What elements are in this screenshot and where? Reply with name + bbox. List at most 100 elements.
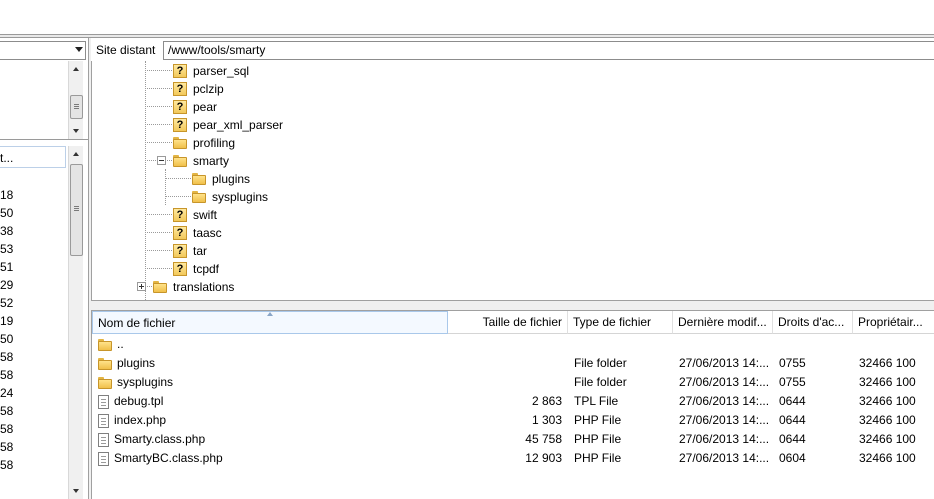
tree-item-pclzip[interactable]: ? pclzip (173, 79, 224, 97)
scrollbar-thumb[interactable] (70, 95, 83, 119)
file-modified: 27/06/2013 14:... (679, 413, 770, 427)
local-list-item[interactable]: 29 (0, 276, 14, 294)
file-name: sysplugins (117, 375, 174, 389)
local-list-item[interactable]: 38 (0, 222, 14, 240)
sort-ascending-icon (267, 312, 273, 316)
tree-item-label: translations (173, 279, 235, 294)
scroll-down-icon[interactable] (73, 129, 79, 133)
file-perms: 0604 (779, 451, 806, 465)
tree-item-parser-sql[interactable]: ? parser_sql (173, 61, 249, 79)
column-header-modified[interactable]: Dernière modif... (673, 311, 773, 334)
tree-item-label: swift (193, 207, 217, 222)
file-icon (98, 394, 109, 409)
file-icon (98, 432, 109, 447)
remote-tree-view[interactable]: ? parser_sql? pclzip? pear? pear_xml_parser p… (91, 61, 934, 300)
tree-item-label: tar (193, 243, 208, 258)
column-header-owner[interactable]: Propriétair... (853, 311, 934, 334)
file-size: 2 863 (531, 394, 562, 408)
folder-icon (192, 172, 206, 186)
local-list-item[interactable]: 58 (0, 438, 14, 456)
local-list-item[interactable]: 50 (0, 330, 14, 348)
file-perms: 0755 (779, 356, 806, 370)
tree-item-plugins[interactable]: plugins (192, 169, 250, 187)
file-owner: 32466 100 (859, 356, 916, 370)
tree-item-translations[interactable]: translations (153, 277, 234, 295)
file-perms: 0644 (779, 432, 806, 446)
file-perms: 0644 (779, 413, 806, 427)
folder-icon (192, 190, 206, 204)
local-column-header[interactable]: t... (0, 146, 66, 168)
scroll-up-icon[interactable] (73, 152, 79, 156)
tree-item-label: plugins (212, 171, 251, 186)
local-list-item[interactable]: 51 (0, 258, 14, 276)
unknown-folder-icon: ? (173, 99, 187, 114)
tree-list-splitter[interactable] (91, 300, 934, 311)
local-list-item[interactable]: 58 (0, 348, 14, 366)
file-size: 45 758 (525, 432, 562, 446)
tree-item-label: taasc (193, 225, 222, 240)
toolbar-separator (0, 34, 934, 38)
tree-item-taasc[interactable]: ? taasc (173, 223, 222, 241)
file-modified: 27/06/2013 14:... (679, 394, 770, 408)
unknown-folder-icon: ? (173, 63, 187, 78)
file-row[interactable]: debug.tpl 2 863 TPL File 27/06/2013 14:... 0… (92, 392, 934, 411)
local-file-list[interactable]: 18 50 38 53 51 29 52 19 50 58 58 24 58 58 58 58 (0, 186, 14, 474)
file-row[interactable]: index.php 1 303 PHP File 27/06/2013 14:... 0… (92, 411, 934, 430)
column-header-permissions[interactable]: Droits d'ac... (773, 311, 853, 334)
file-row[interactable]: Smarty.class.php 45 758 PHP File 27/06/2013… (92, 430, 934, 449)
scroll-up-icon[interactable] (73, 67, 79, 71)
local-list-item[interactable]: 58 (0, 420, 14, 438)
local-list-item[interactable]: 24 (0, 384, 14, 402)
collapse-icon[interactable] (157, 156, 166, 165)
tree-item-sysplugins[interactable]: sysplugins (192, 187, 268, 205)
tree-item-profiling[interactable]: profiling (173, 133, 235, 151)
tree-item-label: pear (193, 99, 218, 114)
file-modified: 27/06/2013 14:... (679, 375, 770, 389)
column-header-name[interactable]: Nom de fichier (92, 311, 448, 334)
file-name: SmartyBC.class.php (114, 451, 223, 465)
local-list-item[interactable]: 53 (0, 240, 14, 258)
file-type: PHP File (574, 432, 622, 446)
folder-icon (173, 154, 187, 168)
folder-icon (98, 338, 112, 352)
file-type: PHP File (574, 451, 622, 465)
local-list-item[interactable]: 52 (0, 294, 14, 312)
file-row[interactable]: plugins File folder 27/06/2013 14:... 0755 3… (92, 354, 934, 373)
column-header-size[interactable]: Taille de fichier (448, 311, 568, 334)
local-list-item[interactable]: 58 (0, 402, 14, 420)
local-list-item[interactable]: 19 (0, 312, 14, 330)
tree-item-tcpdf[interactable]: ? tcpdf (173, 259, 219, 277)
file-owner: 32466 100 (859, 375, 916, 389)
unknown-folder-icon: ? (173, 261, 187, 276)
scrollbar-thumb[interactable] (70, 164, 83, 256)
local-list-item[interactable]: 58 (0, 366, 14, 384)
remote-path-input[interactable]: /www/tools/smarty (163, 41, 934, 60)
remote-file-list[interactable]: Nom de fichier Taille de fichier Type de… (91, 311, 934, 499)
local-list-item[interactable]: 58 (0, 456, 14, 474)
file-owner: 32466 100 (859, 451, 916, 465)
local-tree-scrollbar[interactable] (68, 61, 83, 139)
tree-item-swift[interactable]: ? swift (173, 205, 217, 223)
tree-item-tar[interactable]: ? tar (173, 241, 207, 259)
tree-item-pear-xml-parser[interactable]: ? pear_xml_parser (173, 115, 283, 133)
tree-item-smarty[interactable]: smarty (173, 151, 229, 169)
file-row[interactable]: sysplugins File folder 27/06/2013 14:... 07… (92, 373, 934, 392)
unknown-folder-icon: ? (173, 117, 187, 132)
chevron-down-icon[interactable] (75, 47, 83, 52)
column-header-type[interactable]: Type de fichier (568, 311, 673, 334)
file-row[interactable]: .. (92, 335, 934, 354)
unknown-folder-icon: ? (173, 81, 187, 96)
local-list-item[interactable]: 50 (0, 204, 14, 222)
folder-icon (173, 136, 187, 150)
tree-item-label: tcpdf (193, 261, 220, 276)
folder-icon (98, 376, 112, 390)
tree-item-pear[interactable]: ? pear (173, 97, 217, 115)
local-list-scrollbar[interactable] (68, 146, 83, 499)
local-list-item[interactable]: 18 (0, 186, 14, 204)
local-path-dropdown[interactable] (0, 41, 86, 60)
expand-icon[interactable] (137, 282, 146, 291)
scroll-down-icon[interactable] (73, 489, 79, 493)
file-row[interactable]: SmartyBC.class.php 12 903 PHP File 27/06/20… (92, 449, 934, 468)
local-tree-view[interactable] (0, 61, 88, 140)
file-name: debug.tpl (114, 394, 164, 408)
